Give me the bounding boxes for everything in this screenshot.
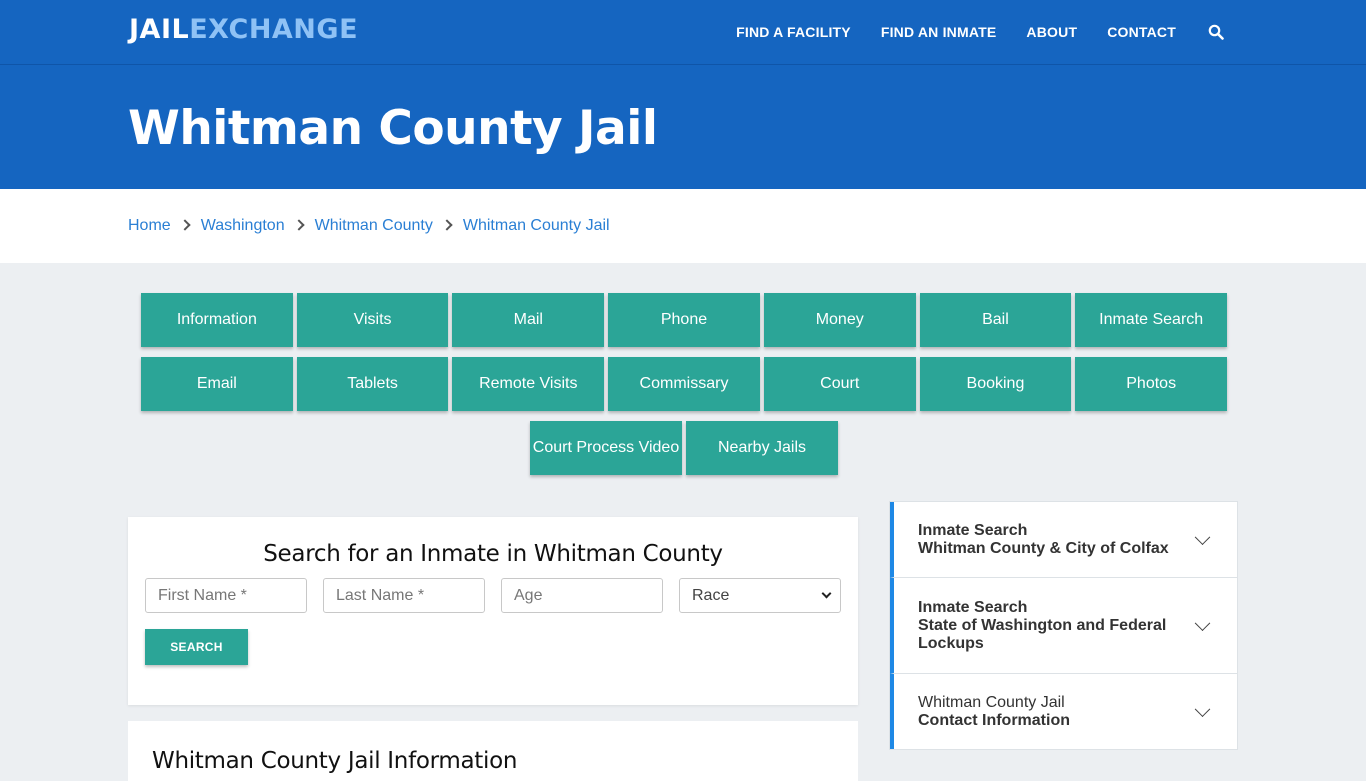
page-title: Whitman County Jail	[128, 101, 658, 156]
race-select-value: Race	[692, 586, 730, 604]
accordion-item-heading: Inmate Search	[918, 598, 1028, 616]
tile-row: Court Process Video Nearby Jails	[139, 421, 1229, 475]
top-navbar: JAILEXCHANGE FIND A FACILITY FIND AN INM…	[0, 0, 1366, 64]
accordion-item-heading: Whitman County Jail	[918, 693, 1065, 711]
tile-email[interactable]: Email	[140, 357, 293, 411]
accordion-item-contact-information[interactable]: Whitman County Jail Contact Information	[890, 674, 1237, 749]
tile-mail[interactable]: Mail	[452, 293, 605, 347]
facility-tile-menu: Information Visits Mail Phone Money Bail…	[139, 293, 1229, 485]
tile-booking[interactable]: Booking	[919, 357, 1072, 411]
tile-tablets[interactable]: Tablets	[296, 357, 449, 411]
tile-commissary[interactable]: Commissary	[608, 357, 760, 411]
tile-bail[interactable]: Bail	[919, 293, 1072, 347]
accordion-item-subheading: State of Washington and Federal Lockups	[918, 616, 1167, 652]
accordion-item-inmate-search-county[interactable]: Inmate Search Whitman County & City of C…	[890, 502, 1237, 578]
tile-row: Information Visits Mail Phone Money Bail…	[139, 293, 1229, 347]
chevron-right-icon	[179, 219, 191, 231]
logo-text-exchange: EXCHANGE	[189, 14, 359, 45]
tile-inmate-search[interactable]: Inmate Search	[1075, 293, 1228, 347]
chevron-down-icon	[1194, 700, 1211, 717]
nav-contact[interactable]: CONTACT	[1107, 24, 1176, 40]
accordion-item-subheading: Contact Information	[918, 711, 1070, 729]
logo-text-jail: JAIL	[129, 14, 190, 45]
tile-court[interactable]: Court	[763, 357, 916, 411]
search-icon[interactable]	[1208, 24, 1224, 40]
nav-find-inmate[interactable]: FIND AN INMATE	[881, 24, 997, 40]
breadcrumb-county[interactable]: Whitman County	[315, 217, 433, 235]
nav-about[interactable]: ABOUT	[1026, 24, 1077, 40]
accordion-item-inmate-search-state[interactable]: Inmate Search State of Washington and Fe…	[890, 578, 1237, 674]
accordion-item-subheading: Whitman County & City of Colfax	[918, 539, 1169, 557]
breadcrumb-state[interactable]: Washington	[201, 217, 285, 235]
jail-information-card: Whitman County Jail Information	[128, 721, 858, 781]
age-input[interactable]: Age	[501, 578, 663, 613]
search-button[interactable]: SEARCH	[145, 629, 248, 665]
tile-phone[interactable]: Phone	[608, 293, 760, 347]
breadcrumb-home[interactable]: Home	[128, 217, 171, 235]
tile-photos[interactable]: Photos	[1075, 357, 1228, 411]
sidebar-accordion: Inmate Search Whitman County & City of C…	[889, 501, 1238, 750]
page-hero: Whitman County Jail	[0, 64, 1366, 189]
search-card-title: Search for an Inmate in Whitman County	[263, 541, 723, 567]
inmate-search-card: Search for an Inmate in Whitman County F…	[128, 517, 858, 705]
accordion-item-heading: Inmate Search	[918, 521, 1028, 539]
tile-court-process-video[interactable]: Court Process Video	[530, 421, 682, 475]
breadcrumb-current[interactable]: Whitman County Jail	[463, 217, 610, 235]
last-name-input[interactable]: Last Name *	[323, 578, 485, 613]
tile-information[interactable]: Information	[140, 293, 293, 347]
chevron-down-icon	[1194, 614, 1211, 631]
search-fields: First Name * Last Name * Age Race	[145, 578, 857, 613]
breadcrumb: Home Washington Whitman County Whitman C…	[0, 189, 1366, 263]
chevron-down-icon	[821, 588, 832, 599]
main-nav: FIND A FACILITY FIND AN INMATE ABOUT CON…	[706, 0, 1224, 64]
chevron-right-icon	[292, 219, 305, 231]
tile-nearby-jails[interactable]: Nearby Jails	[686, 421, 838, 475]
race-select[interactable]: Race	[679, 578, 841, 613]
chevron-down-icon	[1194, 528, 1211, 545]
site-logo[interactable]: JAILEXCHANGE	[129, 14, 358, 45]
tile-row: Email Tablets Remote Visits Commissary C…	[139, 357, 1229, 411]
nav-find-facility[interactable]: FIND A FACILITY	[736, 24, 851, 40]
tile-remote-visits[interactable]: Remote Visits	[452, 357, 605, 411]
chevron-right-icon	[441, 219, 453, 231]
info-section-title: Whitman County Jail Information	[152, 748, 518, 774]
first-name-input[interactable]: First Name *	[145, 578, 307, 613]
tile-visits[interactable]: Visits	[296, 293, 449, 347]
tile-money[interactable]: Money	[763, 293, 916, 347]
